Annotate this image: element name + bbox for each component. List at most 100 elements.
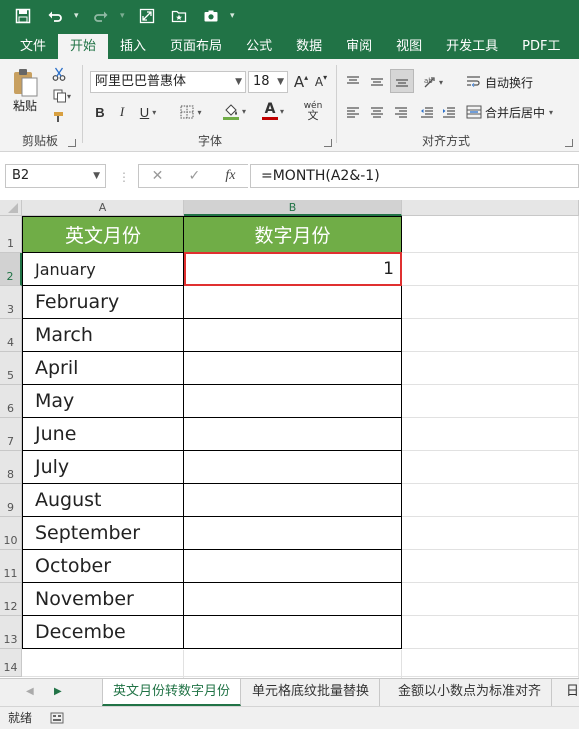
font-launcher-icon[interactable] xyxy=(324,139,332,147)
save-icon[interactable] xyxy=(10,3,36,29)
number-cell[interactable] xyxy=(184,418,402,451)
decrease-indent-button[interactable] xyxy=(416,101,438,123)
font-name-dropdown[interactable]: 阿里巴巴普惠体 ▼ xyxy=(90,71,246,93)
number-cell[interactable] xyxy=(184,352,402,385)
increase-indent-button[interactable] xyxy=(438,101,460,123)
align-left-button[interactable] xyxy=(342,101,364,123)
number-cell[interactable] xyxy=(184,451,402,484)
align-middle-button[interactable] xyxy=(366,71,388,93)
next-sheet-icon[interactable]: ▶ xyxy=(54,686,62,697)
sheet-tab-cell-shading[interactable]: 单元格底纹批量替换 xyxy=(242,679,381,706)
month-cell[interactable]: October xyxy=(22,550,184,583)
number-cell[interactable] xyxy=(184,385,402,418)
wrap-text-button[interactable]: 自动换行 xyxy=(466,71,542,93)
month-cell[interactable]: Decembe xyxy=(22,616,184,649)
row-header[interactable]: 10 xyxy=(0,517,22,550)
column-header-b[interactable]: B xyxy=(184,200,402,216)
cancel-icon[interactable]: ✕ xyxy=(152,168,164,184)
number-cell[interactable] xyxy=(184,550,402,583)
tab-developer[interactable]: 开发工具 xyxy=(434,34,510,59)
month-cell[interactable]: April xyxy=(22,352,184,385)
merge-center-button[interactable]: 合并后居中 ▾ xyxy=(466,101,566,123)
header-cell-english-month[interactable]: 英文月份 xyxy=(22,216,184,253)
row-header[interactable]: 1 xyxy=(0,216,22,253)
month-cell[interactable]: November xyxy=(22,583,184,616)
column-header-a[interactable]: A xyxy=(22,200,184,216)
star-folder-icon[interactable] xyxy=(166,3,192,29)
clipboard-launcher-icon[interactable] xyxy=(68,139,76,147)
row-header[interactable]: 5 xyxy=(0,352,22,385)
name-box[interactable]: B2 ▼ xyxy=(5,164,106,188)
row-header[interactable]: 13 xyxy=(0,616,22,649)
tab-file[interactable]: 文件 xyxy=(8,34,58,59)
font-color-dropdown-icon[interactable]: ▾ xyxy=(280,107,284,116)
tab-view[interactable]: 视图 xyxy=(384,34,434,59)
align-right-button[interactable] xyxy=(390,101,412,123)
customize-qat-icon[interactable]: ▾ xyxy=(230,11,238,21)
month-cell[interactable]: June xyxy=(22,418,184,451)
number-cell[interactable] xyxy=(184,286,402,319)
header-cell-number-month[interactable]: 数字月份 xyxy=(184,216,402,253)
tab-page-layout[interactable]: 页面布局 xyxy=(158,34,234,59)
row-header[interactable]: 2 xyxy=(0,253,22,286)
tab-data[interactable]: 数据 xyxy=(284,34,334,59)
number-cell[interactable] xyxy=(184,319,402,352)
cut-button[interactable] xyxy=(48,64,70,84)
worksheet-grid[interactable]: A B 1 英文月份 数字月份 2 January 1 3 February 4 March 5 Ap… xyxy=(0,200,579,678)
alignment-launcher-icon[interactable] xyxy=(565,139,573,147)
number-cell[interactable] xyxy=(184,484,402,517)
bold-button[interactable]: B xyxy=(90,101,110,123)
grow-font-button[interactable]: A ▴ xyxy=(292,71,310,93)
underline-button[interactable]: U ▾ xyxy=(134,101,162,123)
align-center-button[interactable] xyxy=(366,101,388,123)
selected-cell-b2[interactable]: 1 xyxy=(184,252,402,286)
prev-sheet-icon[interactable]: ◀ xyxy=(26,686,34,697)
column-header-c[interactable] xyxy=(402,200,579,216)
formula-input[interactable]: =MONTH(A2&-1) xyxy=(250,164,579,188)
paste-button[interactable]: 粘贴 xyxy=(6,65,44,115)
enter-icon[interactable]: ✓ xyxy=(188,168,200,184)
number-cell[interactable] xyxy=(184,517,402,550)
tab-insert[interactable]: 插入 xyxy=(108,34,158,59)
redo-dropdown-icon[interactable]: ▾ xyxy=(120,11,128,21)
month-cell[interactable]: January xyxy=(22,253,184,286)
select-all-corner[interactable] xyxy=(0,200,22,216)
number-cell[interactable] xyxy=(184,583,402,616)
tab-formulas[interactable]: 公式 xyxy=(234,34,284,59)
sheet-tab-date[interactable]: 日 xyxy=(556,679,579,706)
resize-icon[interactable] xyxy=(134,3,160,29)
row-header[interactable]: 9 xyxy=(0,484,22,517)
sheet-tab-decimal-align[interactable]: 金额以小数点为标准对齐 xyxy=(388,679,553,706)
row-header[interactable]: 14 xyxy=(0,649,22,677)
row-header[interactable]: 7 xyxy=(0,418,22,451)
camera-icon[interactable] xyxy=(198,3,224,29)
borders-button[interactable]: ▾ xyxy=(176,101,206,123)
sheet-tab-month-convert[interactable]: 英文月份转数字月份 xyxy=(102,679,242,706)
number-cell[interactable] xyxy=(184,616,402,649)
undo-icon[interactable] xyxy=(42,3,68,29)
row-header[interactable]: 8 xyxy=(0,451,22,484)
shrink-font-button[interactable]: A ▾ xyxy=(312,71,330,93)
italic-button[interactable]: I xyxy=(112,101,132,123)
copy-button[interactable]: ▾ xyxy=(48,86,76,106)
month-cell[interactable]: September xyxy=(22,517,184,550)
format-painter-button[interactable] xyxy=(48,107,70,127)
month-cell[interactable]: February xyxy=(22,286,184,319)
month-cell[interactable]: March xyxy=(22,319,184,352)
row-header[interactable]: 6 xyxy=(0,385,22,418)
tab-review[interactable]: 审阅 xyxy=(334,34,384,59)
align-bottom-button[interactable] xyxy=(390,69,414,93)
tab-pdf[interactable]: PDF工 xyxy=(510,34,572,59)
undo-dropdown-icon[interactable]: ▾ xyxy=(74,11,82,21)
month-cell[interactable]: July xyxy=(22,451,184,484)
macro-record-icon[interactable] xyxy=(50,712,64,724)
insert-function-icon[interactable]: fx xyxy=(225,168,235,184)
redo-icon[interactable] xyxy=(88,3,114,29)
fill-color-button[interactable]: ▾ xyxy=(218,99,250,123)
align-top-button[interactable] xyxy=(342,71,364,93)
row-header[interactable]: 11 xyxy=(0,550,22,583)
month-cell[interactable]: August xyxy=(22,484,184,517)
month-cell[interactable]: May xyxy=(22,385,184,418)
row-header[interactable]: 12 xyxy=(0,583,22,616)
row-header[interactable]: 3 xyxy=(0,286,22,319)
